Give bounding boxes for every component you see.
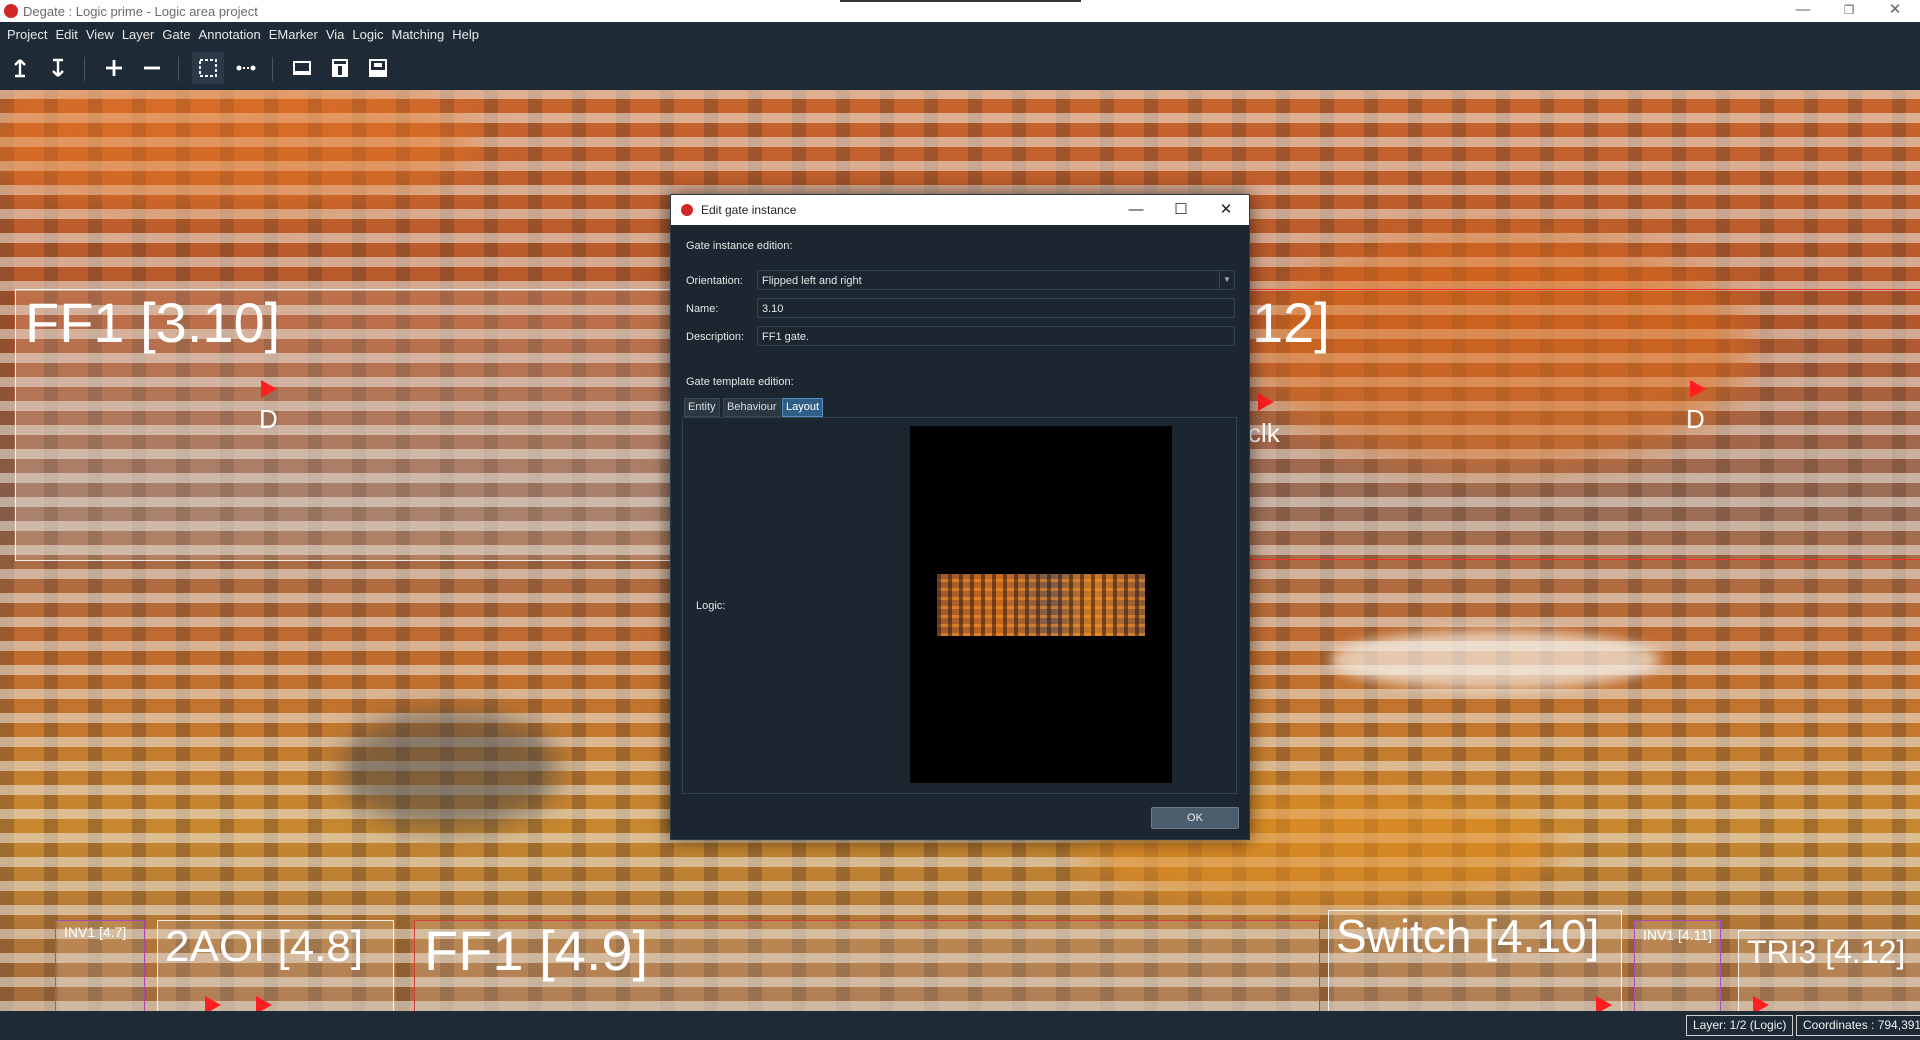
dialog-title: Edit gate instance (701, 203, 797, 217)
menu-gate[interactable]: Gate (158, 22, 194, 47)
window-title-bar: Degate : Logic prime - Logic area projec… (0, 0, 1920, 22)
menu-project[interactable]: Project (3, 22, 51, 47)
gate-label: FF1 [4.9] (424, 919, 649, 982)
gate-label: 2AOI [4.8] (165, 922, 364, 971)
menu-logic[interactable]: Logic (348, 22, 387, 47)
menu-via[interactable]: Via (322, 22, 349, 47)
menu-view[interactable]: View (82, 22, 118, 47)
gate-label: FF1 [3.10] (25, 291, 281, 354)
instance-section-title: Gate instance edition: (686, 240, 793, 252)
status-bar: Layer: 1/2 (Logic) Coordinates : 794,391 (0, 1011, 1920, 1040)
port-label: clk (1248, 418, 1280, 448)
port-marker-icon[interactable] (205, 996, 221, 1011)
wire-tool-icon[interactable] (230, 52, 262, 84)
gate-label: 12] (1252, 291, 1330, 354)
gate-label: INV1 [4.7] (64, 924, 127, 940)
port-marker-icon[interactable] (1690, 380, 1706, 398)
window-title: Degate : Logic prime - Logic area projec… (23, 4, 258, 19)
layout-tab-panel: Logic: (682, 417, 1237, 794)
layer-up-icon[interactable] (4, 52, 36, 84)
layer-indicator: Layer: 1/2 (Logic) (1686, 1015, 1794, 1036)
toolbar-separator (178, 57, 179, 81)
tab-behaviour[interactable]: Behaviour (723, 398, 781, 417)
gate-library-icon[interactable] (286, 52, 318, 84)
port-marker-icon[interactable] (1753, 996, 1769, 1011)
port-label: D (1686, 404, 1705, 434)
menu-emarker[interactable]: EMarker (265, 22, 322, 47)
tab-layout[interactable]: Layout (782, 398, 824, 417)
port-label: D (259, 404, 278, 434)
restore-button[interactable]: ❐ (1826, 0, 1872, 22)
orientation-value: Flipped left and right (762, 275, 862, 287)
orientation-select[interactable]: Flipped left and right ▼ (757, 270, 1235, 290)
zoom-out-icon[interactable] (136, 52, 168, 84)
name-label: Name: (686, 303, 719, 315)
degate-logo-icon (4, 4, 18, 18)
gate-template-icon[interactable] (324, 52, 356, 84)
gate-label: Switch [4.10] (1336, 910, 1600, 962)
dialog-title-bar: Edit gate instance — ☐ ✕ (671, 195, 1249, 225)
port-marker-icon[interactable] (1596, 996, 1612, 1011)
gate-boundary-line (1250, 559, 1920, 560)
dialog-maximize-button[interactable]: ☐ (1168, 199, 1194, 221)
name-field[interactable]: 3.10 (757, 298, 1235, 318)
menu-annotation[interactable]: Annotation (195, 22, 265, 47)
dialog-close-button[interactable]: ✕ (1213, 199, 1239, 221)
logic-layer-preview (910, 426, 1172, 783)
die-texture (0, 90, 480, 210)
menu-bar: Project Edit View Layer Gate Annotation EMarke… (0, 22, 1920, 47)
gate-layout-thumbnail (937, 574, 1145, 636)
toolbar-separator (272, 57, 273, 81)
toolbar-separator (84, 57, 85, 81)
tab-entity[interactable]: Entity (684, 398, 720, 417)
area-select-icon[interactable] (192, 52, 224, 84)
port-marker-icon[interactable] (261, 380, 277, 398)
logic-label: Logic: (696, 600, 726, 612)
menu-help[interactable]: Help (448, 22, 483, 47)
description-label: Description: (686, 331, 745, 343)
menu-edit[interactable]: Edit (51, 22, 81, 47)
gate-boundary-line (1250, 289, 1920, 290)
layer-down-icon[interactable] (42, 52, 74, 84)
close-button[interactable]: ✕ (1872, 0, 1918, 22)
edit-gate-instance-dialog: Edit gate instance — ☐ ✕ Gate instance e… (670, 194, 1250, 840)
description-field[interactable]: FF1 gate. (757, 326, 1235, 346)
die-texture (1330, 630, 1660, 690)
chevron-down-icon: ▼ (1219, 271, 1234, 289)
title-drag-indicator (840, 0, 1081, 2)
template-section-title: Gate template edition: (686, 376, 794, 388)
minimize-button[interactable]: — (1780, 0, 1826, 22)
gate-label: INV1 [4.11] (1643, 927, 1713, 943)
toolbar (0, 47, 1920, 90)
degate-logo-icon (681, 204, 693, 216)
port-marker-icon[interactable] (256, 996, 272, 1011)
gate-label: TRI3 [4.12] (1747, 934, 1906, 970)
gate-instance-icon[interactable] (362, 52, 394, 84)
port-marker-icon[interactable] (1258, 393, 1274, 411)
menu-layer[interactable]: Layer (118, 22, 159, 47)
zoom-in-icon[interactable] (98, 52, 130, 84)
coordinates-indicator: Coordinates : 794,391 (1796, 1015, 1920, 1036)
dialog-minimize-button[interactable]: — (1123, 199, 1149, 221)
menu-matching[interactable]: Matching (387, 22, 448, 47)
orientation-label: Orientation: (686, 275, 743, 287)
die-texture (340, 710, 560, 830)
ok-button[interactable]: OK (1151, 807, 1239, 829)
